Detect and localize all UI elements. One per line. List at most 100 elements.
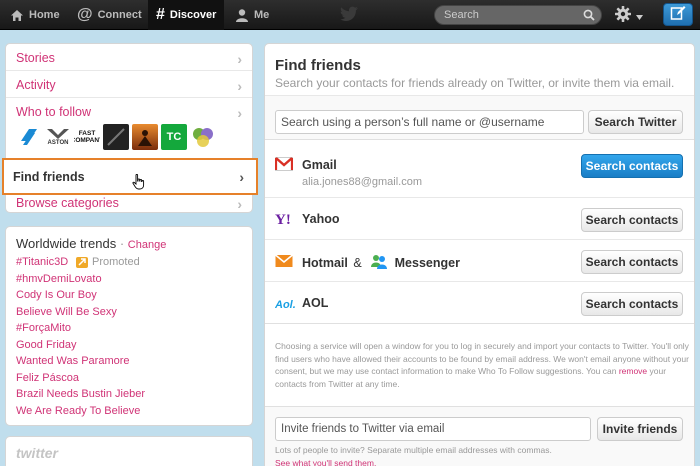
thumb-avatar[interactable]: TC xyxy=(161,124,187,150)
thumb-label: ASTON xyxy=(47,140,69,146)
sidebar-item-label: Activity xyxy=(16,78,56,92)
remove-contacts-link[interactable]: remove xyxy=(619,366,647,376)
search-gmail-contacts-button[interactable]: Search contacts xyxy=(581,154,683,178)
nav-discover[interactable]: # Discover xyxy=(148,0,224,30)
invite-email-input[interactable] xyxy=(275,417,591,441)
messenger-icon xyxy=(371,254,388,273)
footer-panel: twitter xyxy=(5,436,253,466)
trends-panel: Worldwide trends · Change #Titanic3D Pro… xyxy=(5,226,253,426)
sidebar-item-who-to-follow[interactable]: Who to follow › ASTON FAST COMPANY TC xyxy=(6,98,252,158)
trend-item[interactable]: #ForçaMito xyxy=(16,322,71,334)
thumb-avatar[interactable] xyxy=(190,124,216,150)
thumb-avatar[interactable] xyxy=(103,124,129,150)
nav-home[interactable]: Home xyxy=(10,0,60,30)
thumb-avatar[interactable] xyxy=(132,124,158,150)
search-twitter-button[interactable]: Search Twitter xyxy=(588,110,683,134)
service-row-hotmail: Hotmail & Messenger Search contacts xyxy=(265,240,694,282)
chevron-down-icon xyxy=(636,9,643,23)
trend-item[interactable]: Brazil Needs Bustin Jieber xyxy=(16,388,145,400)
twitter-bird-icon[interactable] xyxy=(339,5,359,26)
trend-item[interactable]: Feliz Páscoa xyxy=(16,372,79,384)
svg-text:Aol.: Aol. xyxy=(275,299,295,311)
trend-item[interactable]: Cody Is Our Boy xyxy=(16,289,97,301)
trend-item[interactable]: #Titanic3D xyxy=(16,256,68,268)
twitter-logo: twitter xyxy=(16,445,58,461)
service-name: Yahoo xyxy=(302,212,340,226)
sidebar-item-find-friends[interactable]: Find friends › xyxy=(2,158,258,195)
thumb-avatar[interactable] xyxy=(16,124,42,150)
trend-item[interactable]: We Are Ready To Believe xyxy=(16,405,140,417)
service-ampersand: & xyxy=(353,255,362,270)
promoted-badge: Promoted xyxy=(76,256,140,268)
hash-icon: # xyxy=(156,6,165,23)
invite-section: Invite friends Lots of people to invite?… xyxy=(265,406,694,466)
service-name: Hotmail xyxy=(302,255,348,270)
home-icon xyxy=(10,9,24,22)
invite-friends-button[interactable]: Invite friends xyxy=(597,417,683,441)
svg-text:Y!: Y! xyxy=(275,212,291,226)
thumb-label: TC xyxy=(166,131,182,143)
trend-item[interactable]: Wanted Was Paramore xyxy=(16,355,130,367)
service-row-gmail: Gmail alia.jones88@gmail.com Search cont… xyxy=(265,141,694,198)
who-to-follow-thumbnails: ASTON FAST COMPANY TC xyxy=(16,124,216,150)
nav-me[interactable]: Me xyxy=(235,0,269,30)
chevron-right-icon: › xyxy=(239,169,244,185)
service-row-aol: Aol. AOL Search contacts xyxy=(265,282,694,324)
sidebar-item-label: Stories xyxy=(16,51,55,65)
change-trends-link[interactable]: Change xyxy=(128,239,167,251)
privacy-disclaimer: Choosing a service will open a window fo… xyxy=(275,341,689,389)
search-aol-contacts-button[interactable]: Search contacts xyxy=(581,292,683,316)
find-friends-panel: Find friends Search your contacts for fr… xyxy=(264,43,695,466)
people-search-row: Search Twitter xyxy=(265,96,694,140)
trends-header: Worldwide trends · Change xyxy=(16,236,167,251)
hotmail-icon xyxy=(274,254,294,271)
trend-item[interactable]: Good Friday xyxy=(16,339,77,351)
chevron-right-icon: › xyxy=(237,78,242,94)
chevron-right-icon: › xyxy=(237,196,242,212)
page-subtitle: Search your contacts for friends already… xyxy=(275,76,675,90)
people-search-input[interactable] xyxy=(275,110,584,134)
at-icon: @ xyxy=(77,6,93,23)
invite-note: Lots of people to invite? Separate multi… xyxy=(275,445,552,455)
nav-discover-label: Discover xyxy=(169,9,217,21)
gmail-icon xyxy=(274,157,294,174)
promoted-icon xyxy=(76,256,88,268)
sidebar-item-activity[interactable]: Activity › xyxy=(6,71,252,98)
settings-menu-button[interactable] xyxy=(614,5,643,26)
chevron-right-icon: › xyxy=(237,105,242,121)
yahoo-icon: Y! xyxy=(275,212,295,229)
top-nav-bar: Home @ Connect # Discover Me xyxy=(0,0,700,30)
service-name-messenger: Messenger xyxy=(394,255,460,270)
search-icon[interactable] xyxy=(583,9,595,24)
person-icon xyxy=(235,8,249,22)
thumb-avatar[interactable]: FAST COMPANY xyxy=(74,124,100,150)
thumb-avatar[interactable]: ASTON xyxy=(45,124,71,150)
hand-cursor-icon xyxy=(132,173,146,193)
search-input[interactable] xyxy=(435,9,575,21)
aol-icon: Aol. xyxy=(274,295,296,314)
sidebar-item-label: Find friends xyxy=(13,170,85,184)
search-yahoo-contacts-button[interactable]: Search contacts xyxy=(581,208,683,232)
trend-item[interactable]: Believe Will Be Sexy xyxy=(16,306,117,318)
sidebar-item-label: Browse categories xyxy=(16,196,119,210)
sidebar-item-label: Who to follow xyxy=(16,105,92,119)
find-friends-header: Find friends Search your contacts for fr… xyxy=(265,44,694,96)
trends-title: Worldwide trends xyxy=(16,236,117,251)
nav-home-label: Home xyxy=(29,9,60,21)
compose-icon xyxy=(670,5,686,24)
connected-email: alia.jones88@gmail.com xyxy=(302,176,423,188)
nav-me-label: Me xyxy=(254,9,270,21)
search-hotmail-contacts-button[interactable]: Search contacts xyxy=(581,250,683,274)
page-title: Find friends xyxy=(275,57,361,74)
nav-connect[interactable]: @ Connect xyxy=(77,0,142,30)
thumb-label: FAST COMPANY xyxy=(74,130,100,144)
service-name: AOL xyxy=(302,296,329,310)
sidebar-item-stories[interactable]: Stories › xyxy=(6,44,252,71)
gear-icon xyxy=(614,5,632,26)
service-row-yahoo: Y! Yahoo Search contacts xyxy=(265,198,694,240)
trend-item[interactable]: #hmvDemiLovato xyxy=(16,273,102,285)
search-box[interactable] xyxy=(434,5,602,25)
preview-invite-link[interactable]: See what you'll send them. xyxy=(275,458,376,466)
promoted-label: Promoted xyxy=(92,256,140,268)
compose-tweet-button[interactable] xyxy=(663,3,693,26)
